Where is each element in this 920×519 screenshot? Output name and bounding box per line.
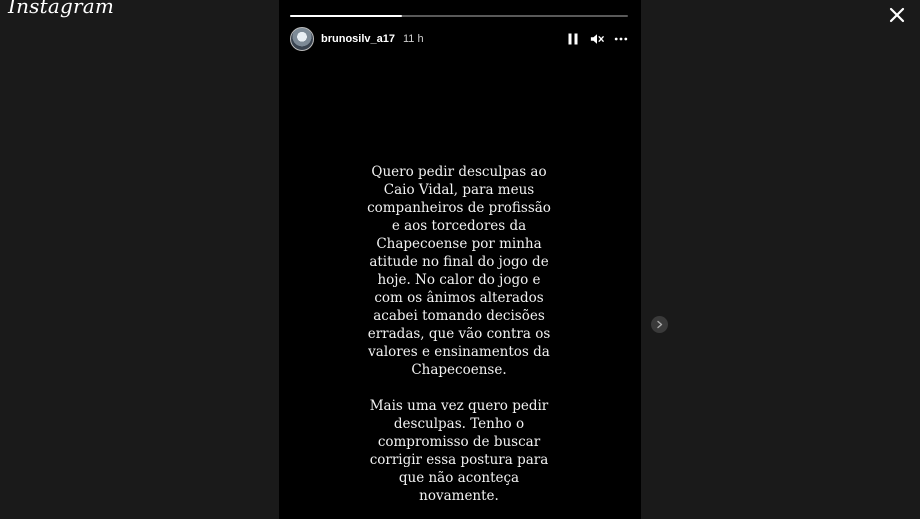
chevron-right-icon bbox=[657, 320, 663, 329]
story-username[interactable]: brunosilv_a17 bbox=[321, 33, 395, 45]
avatar[interactable] bbox=[290, 27, 314, 51]
story-card[interactable]: brunosilv_a17 11 h Quero pedir desculpas… bbox=[279, 0, 641, 519]
more-options-button[interactable] bbox=[614, 32, 628, 46]
story-progress-fill bbox=[290, 15, 402, 17]
story-paragraph-1: Quero pedir desculpas ao Caio Vidal, par… bbox=[367, 164, 551, 378]
more-options-icon bbox=[614, 37, 628, 41]
story-progress-bar bbox=[290, 15, 628, 17]
close-icon bbox=[889, 7, 905, 23]
instagram-story-viewer: Instagram brunosilv_a17 11 h Quero pedir… bbox=[0, 0, 920, 519]
instagram-logo[interactable]: Instagram bbox=[8, 0, 114, 18]
story-controls bbox=[566, 32, 628, 46]
pause-button[interactable] bbox=[566, 32, 580, 46]
story-timestamp: 11 h bbox=[402, 33, 424, 45]
close-button[interactable] bbox=[886, 4, 908, 26]
story-header: brunosilv_a17 11 h bbox=[290, 27, 628, 51]
mute-button[interactable] bbox=[590, 32, 604, 46]
pause-icon bbox=[568, 33, 578, 45]
story-paragraph-2: Mais uma vez quero pedir desculpas. Tenh… bbox=[369, 398, 549, 504]
story-text: Quero pedir desculpas ao Caio Vidal, par… bbox=[351, 163, 567, 505]
next-story-button[interactable] bbox=[651, 316, 668, 333]
muted-speaker-icon bbox=[590, 34, 604, 44]
